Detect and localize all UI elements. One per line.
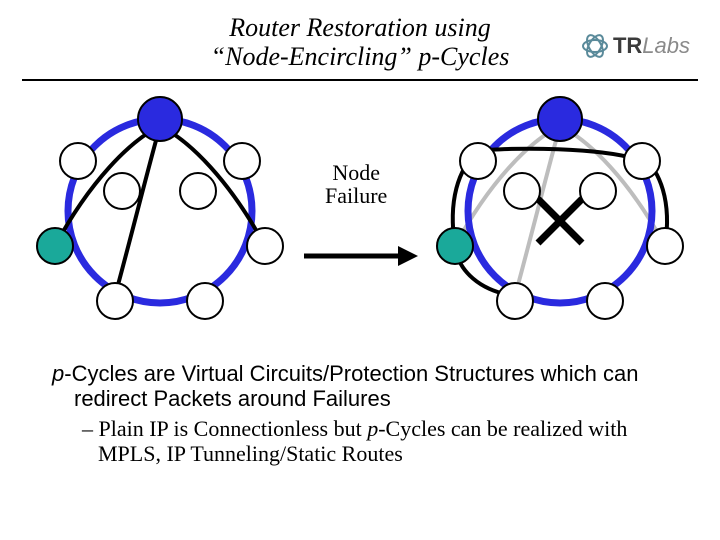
failure-x-icon <box>538 199 582 243</box>
logo-labs: Labs <box>642 33 690 59</box>
body-lead-p: p <box>52 361 64 386</box>
logo-icon <box>581 32 609 60</box>
title-rule <box>22 79 698 81</box>
logo-tr: TR <box>613 33 642 59</box>
body-sub-prefix: – Plain IP is Connectionless but <box>82 416 367 441</box>
node-failure-line-2: Failure <box>325 183 387 208</box>
arrow-right-icon <box>300 241 420 271</box>
node-failure-line-1: Node <box>332 160 380 185</box>
trlabs-logo: TRLabs <box>581 32 690 60</box>
network-diagram-right <box>410 91 710 331</box>
body-sub: – Plain IP is Connectionless but p-Cycle… <box>34 416 686 467</box>
body-sub-p: p <box>367 416 378 441</box>
body-lead-rest: -Cycles are Virtual Circuits/Protection … <box>64 361 638 411</box>
node-failure-label: Node Failure <box>325 161 387 207</box>
title-line-2: “Node-Encircling” p-Cycles <box>211 42 510 71</box>
diagram-area: Node Failure <box>0 91 720 361</box>
title-line-1: Router Restoration using <box>229 13 490 42</box>
network-diagram-left <box>10 91 310 331</box>
body-text: p-Cycles are Virtual Circuits/Protection… <box>0 361 720 466</box>
body-lead: p-Cycles are Virtual Circuits/Protection… <box>34 361 686 412</box>
